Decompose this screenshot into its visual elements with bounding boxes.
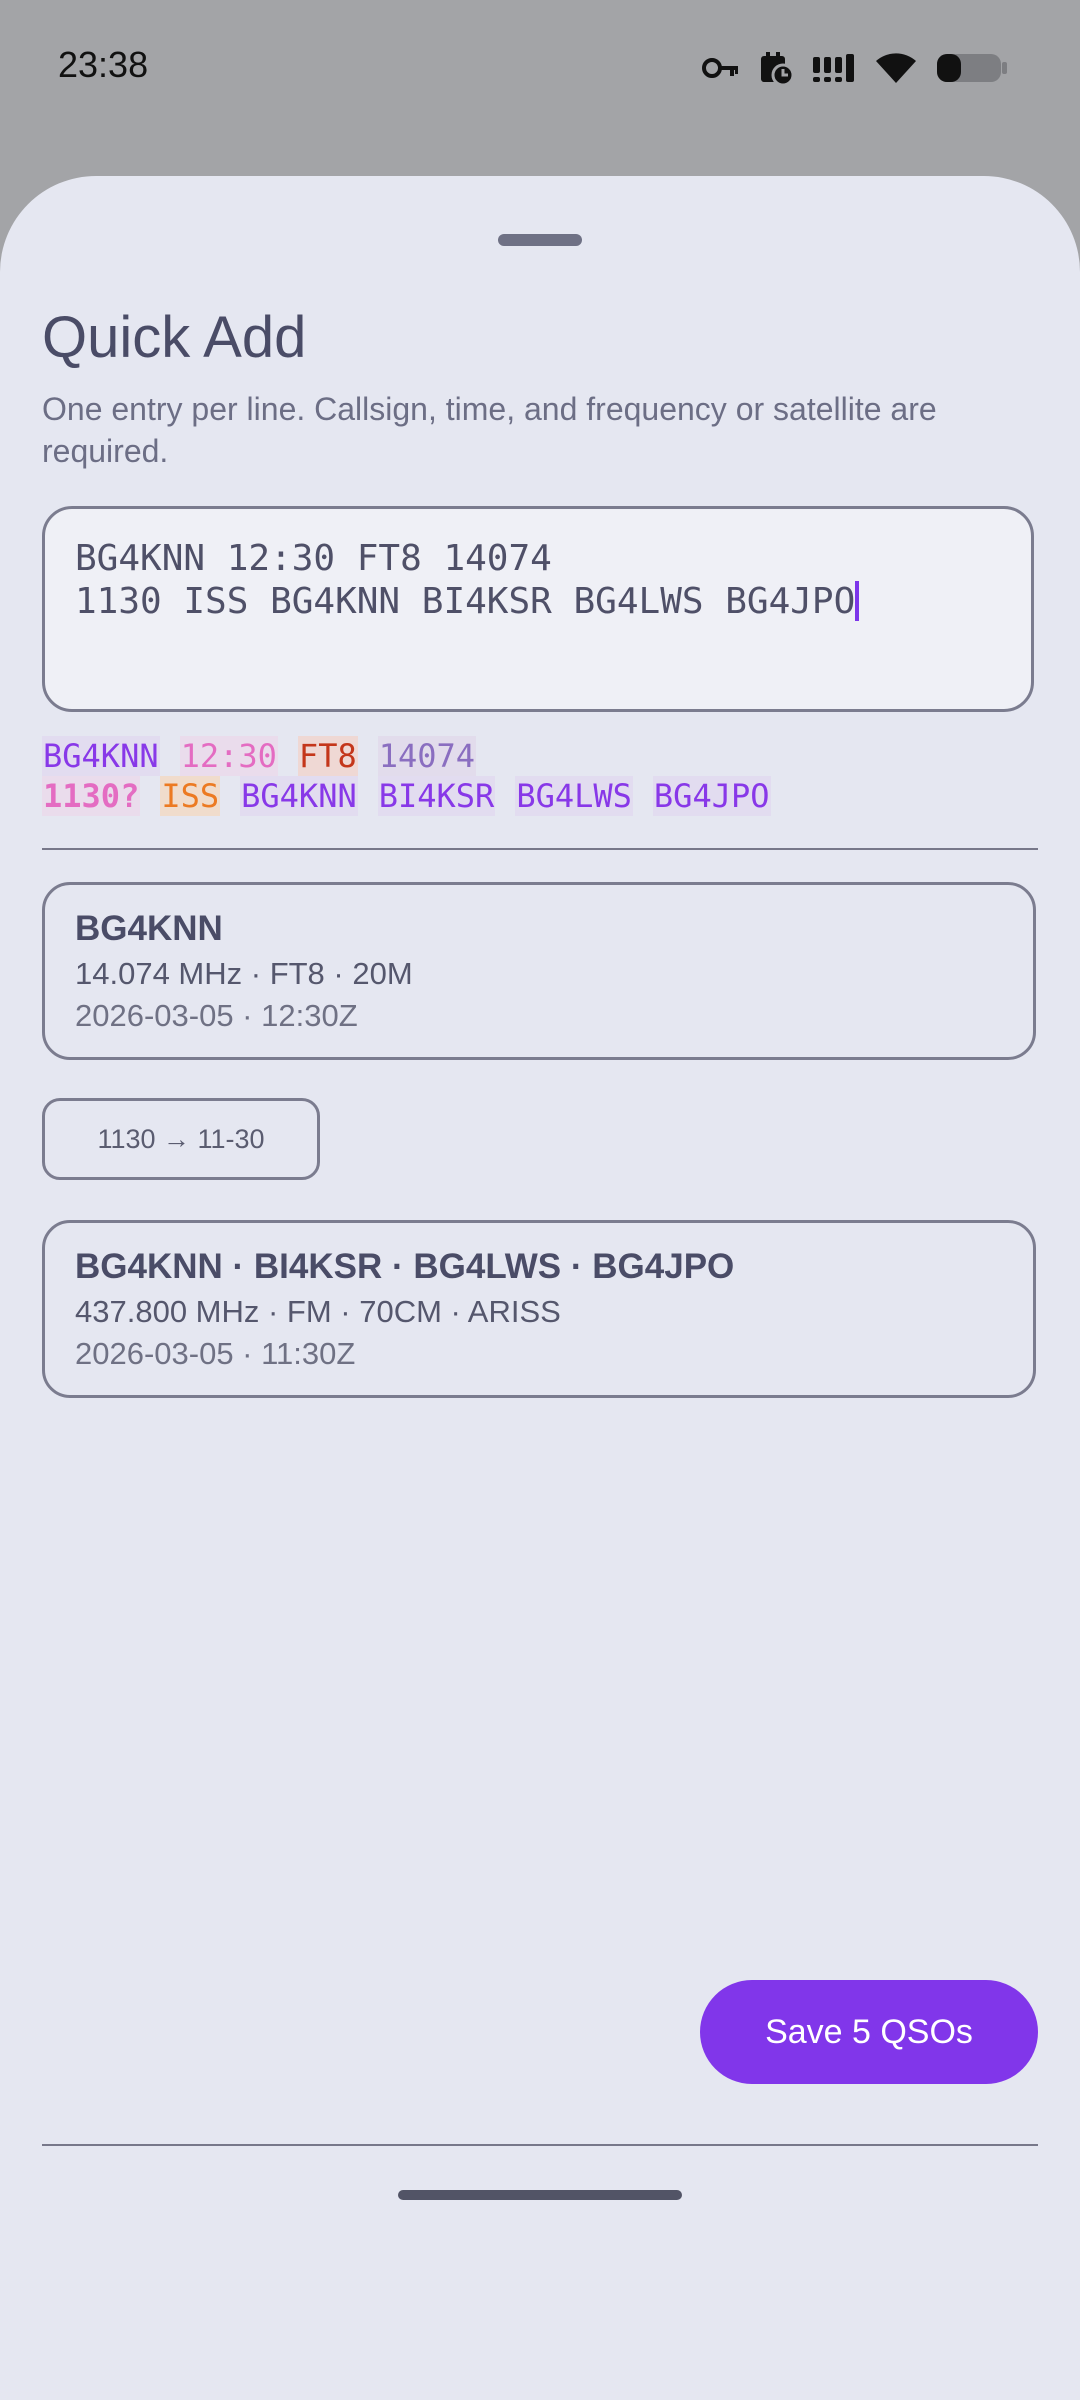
input-line-1: BG4KNN 12:30 FT8 14074 xyxy=(75,538,552,579)
calendar-alarm-icon xyxy=(758,50,794,86)
qso-card[interactable]: BG4KNN · BI4KSR · BG4LWS · BG4JPO 437.80… xyxy=(42,1220,1036,1398)
quick-add-input[interactable]: BG4KNN 12:30 FT8 14074 1130 ISS BG4KNN BI… xyxy=(42,506,1034,712)
token-mode: FT8 xyxy=(297,736,358,776)
qso-card[interactable]: BG4KNN 14.074 MHz · FT8 · 20M 2026-03-05… xyxy=(42,882,1036,1060)
token-satellite: ISS xyxy=(160,776,221,816)
text-caret xyxy=(855,581,860,621)
time-fix-chip[interactable]: 1130 → 11-30 xyxy=(42,1098,320,1180)
token-ambiguous-time: 1130? xyxy=(42,776,141,816)
token-callsign: BG4KNN xyxy=(240,776,358,816)
preview-line-2: 1130? ISS BG4KNN BI4KSR BG4LWS BG4JPO xyxy=(42,776,1042,816)
token-frequency: 14074 xyxy=(377,736,477,776)
signal-icon xyxy=(812,53,856,83)
status-bar: 23:38 xyxy=(0,0,1080,140)
input-line-2-text: 1130 ISS BG4KNN BI4KSR BG4LWS BG4JPO xyxy=(75,581,856,622)
qso-datetime: 2026-03-05 · 12:30Z xyxy=(75,998,358,1033)
input-line-2: 1130 ISS BG4KNN BI4KSR BG4LWS BG4JPO xyxy=(75,580,1001,623)
token-callsign: BG4LWS xyxy=(515,776,633,816)
sheet-title: Quick Add xyxy=(42,305,307,370)
battery-icon xyxy=(936,51,1008,85)
home-indicator[interactable] xyxy=(398,2190,682,2200)
qso-datetime: 2026-03-05 · 11:30Z xyxy=(75,1336,356,1371)
sheet-subtitle: One entry per line. Callsign, time, and … xyxy=(42,391,937,469)
divider xyxy=(42,848,1038,850)
wifi-icon xyxy=(874,51,918,85)
preview-line-1: BG4KNN 12:30 FT8 14074 xyxy=(42,736,1042,776)
token-time: 12:30 xyxy=(179,736,278,776)
qso-callsigns: BG4KNN · BI4KSR · BG4LWS · BG4JPO xyxy=(75,1247,735,1286)
token-callsign: BG4KNN xyxy=(42,736,160,776)
qso-frequency: 437.800 MHz · FM · 70CM · ARISS xyxy=(75,1294,561,1329)
token-callsign: BG4JPO xyxy=(652,776,771,816)
drag-handle[interactable] xyxy=(498,234,582,246)
qso-callsigns: BG4KNN xyxy=(75,909,223,948)
save-qsos-button[interactable]: Save 5 QSOs xyxy=(700,1980,1038,2084)
status-icons xyxy=(702,48,1008,88)
token-callsign: BI4KSR xyxy=(377,776,496,816)
vpn-key-icon xyxy=(702,56,740,80)
parse-preview: BG4KNN 12:30 FT8 14074 1130? ISS BG4KNN … xyxy=(42,736,1042,816)
status-time: 23:38 xyxy=(58,44,149,85)
qso-frequency: 14.074 MHz · FT8 · 20M xyxy=(75,956,413,991)
footer-divider xyxy=(42,2144,1038,2146)
